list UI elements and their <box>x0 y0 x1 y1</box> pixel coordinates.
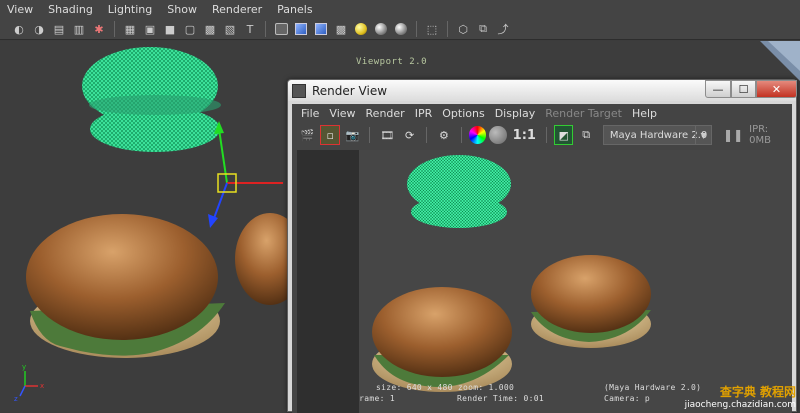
svg-text:x: x <box>40 382 44 390</box>
site-watermark: 查字典 教程网 jiaocheng.chazidian.com <box>685 383 796 410</box>
menu-show[interactable]: Show <box>160 3 205 16</box>
wireframe-icon[interactable] <box>272 21 290 37</box>
image-plane-icon[interactable]: ▥ <box>70 21 88 37</box>
toolbar-separator <box>416 21 417 37</box>
menu-lighting[interactable]: Lighting <box>101 3 160 16</box>
alpha-channel-icon[interactable] <box>489 126 507 144</box>
rv-menu-display[interactable]: Display <box>492 107 543 120</box>
watermark-title: 查字典 教程网 <box>685 383 796 400</box>
real-size-button[interactable]: 1:1 <box>510 128 539 143</box>
rgb-channel-icon[interactable] <box>469 126 487 144</box>
rendered-burger-left <box>372 287 512 392</box>
chevron-down-icon[interactable]: ▼ <box>695 126 711 144</box>
render-view-title: Render View <box>312 84 387 98</box>
selected-burger-wireframe <box>82 47 221 152</box>
grid-icon[interactable]: ▦ <box>121 21 139 37</box>
toolbar-separator <box>265 21 266 37</box>
safe-action-icon[interactable]: ▧ <box>221 21 239 37</box>
rv-menu-help[interactable]: Help <box>629 107 664 120</box>
field-chart-icon[interactable]: ▩ <box>201 21 219 37</box>
rv-menu-view[interactable]: View <box>326 107 362 120</box>
share-icon[interactable]: ⤴ <box>494 21 512 37</box>
use-all-lights-icon[interactable] <box>352 21 370 37</box>
rendered-image <box>359 150 792 413</box>
toolbar-separator <box>461 127 462 143</box>
renderer-select[interactable]: Maya Hardware 2.0 ▼ <box>603 125 712 145</box>
screen-space-ao-icon[interactable] <box>392 21 410 37</box>
film-gate-icon[interactable]: ▣ <box>141 21 159 37</box>
render-view-menu-bar: File View Render IPR Options Display Ren… <box>292 104 792 123</box>
toolbar-separator <box>369 127 370 143</box>
isolate-select-icon[interactable]: ⬚ <box>423 21 441 37</box>
safe-title-icon[interactable]: T <box>241 21 259 37</box>
ipr-memory-label: IPR: 0MB <box>749 124 792 146</box>
viewport-toolbar: ◐ ◑ ▤ ▥ ✱ ▦ ▣ ■ ▢ ▩ ▧ T ▩ ⬚ ⬡ ⧉ ⤴ <box>0 19 800 40</box>
render-image-canvas[interactable]: size: 640 x 480 zoom: 1.000 (Maya Hardwa… <box>359 150 792 413</box>
camera-attributes-icon[interactable]: ◑ <box>30 21 48 37</box>
rv-menu-render[interactable]: Render <box>363 107 412 120</box>
rendered-burger-right <box>531 255 651 348</box>
keep-image-icon[interactable]: ◩ <box>554 125 574 145</box>
render-time-info: Render Time: 0:01 <box>457 394 544 403</box>
toolbar-separator <box>114 21 115 37</box>
redo-render-icon[interactable]: 🎬 <box>298 125 317 145</box>
menu-panels[interactable]: Panels <box>270 3 320 16</box>
svg-text:z: z <box>14 395 18 403</box>
toolbar-separator <box>447 21 448 37</box>
render-view-window[interactable]: Render View — ☐ ✕ File View Render IPR O… <box>287 79 797 412</box>
menu-view[interactable]: View <box>0 3 41 16</box>
svg-text:y: y <box>22 363 26 371</box>
render-settings-icon[interactable]: ⚙ <box>434 125 453 145</box>
menu-shading[interactable]: Shading <box>41 3 101 16</box>
smooth-shade-icon[interactable] <box>292 21 310 37</box>
pause-ipr-icon[interactable]: ❚❚ <box>723 128 743 142</box>
rv-menu-ipr[interactable]: IPR <box>412 107 440 120</box>
remove-image-icon[interactable]: ⧉ <box>576 125 595 145</box>
render-frame-info: Frame: 1 <box>359 394 395 403</box>
rv-menu-options[interactable]: Options <box>439 107 491 120</box>
move-manipulator <box>208 121 283 228</box>
axis-gizmo: y x z <box>14 363 44 403</box>
wireframe-on-shaded-icon[interactable] <box>312 21 330 37</box>
render-view-side-panel <box>297 150 359 413</box>
xray-joints-icon[interactable]: ⧉ <box>474 21 492 37</box>
main-menu-bar: View Shading Lighting Show Renderer Pane… <box>0 0 800 19</box>
renderer-select-value: Maya Hardware 2.0 <box>610 130 707 141</box>
xray-icon[interactable]: ⬡ <box>454 21 472 37</box>
rv-menu-render-target: Render Target <box>542 107 629 120</box>
textured-icon[interactable]: ▩ <box>332 21 350 37</box>
render-camera-info: Camera: p <box>604 394 650 403</box>
watermark-url: jiaocheng.chazidian.com <box>685 400 796 410</box>
minimize-button[interactable]: — <box>705 80 731 98</box>
resolution-gate-icon[interactable]: ■ <box>161 21 179 37</box>
refresh-icon[interactable]: ⟳ <box>400 125 419 145</box>
2d-pan-zoom-icon[interactable]: ✱ <box>90 21 108 37</box>
rendered-wireframe-burger <box>407 155 511 228</box>
shadows-icon[interactable] <box>372 21 390 37</box>
select-camera-icon[interactable]: ◐ <box>10 21 28 37</box>
rv-menu-file[interactable]: File <box>298 107 326 120</box>
close-button[interactable]: ✕ <box>756 80 797 98</box>
toolbar-separator <box>426 127 427 143</box>
bookmark-icon[interactable]: ▤ <box>50 21 68 37</box>
render-region-icon[interactable]: ▫ <box>320 125 340 145</box>
maximize-button[interactable]: ☐ <box>731 80 756 98</box>
snapshot-icon[interactable]: 📷 <box>343 125 362 145</box>
gate-mask-icon[interactable]: ▢ <box>181 21 199 37</box>
render-view-app-icon <box>292 84 306 98</box>
toolbar-separator <box>546 127 547 143</box>
render-view-toolbar: 🎬 ▫ 📷 🎞 ⟳ ⚙ 1:1 ◩ ⧉ Maya Hardware 2.0 ▼ … <box>292 123 792 147</box>
render-size-info: size: 640 x 480 zoom: 1.000 <box>376 383 514 392</box>
menu-renderer[interactable]: Renderer <box>205 3 270 16</box>
ipr-render-icon[interactable]: 🎞 <box>377 125 396 145</box>
render-view-body: File View Render IPR Options Display Ren… <box>292 104 792 413</box>
burger-large <box>26 214 225 358</box>
